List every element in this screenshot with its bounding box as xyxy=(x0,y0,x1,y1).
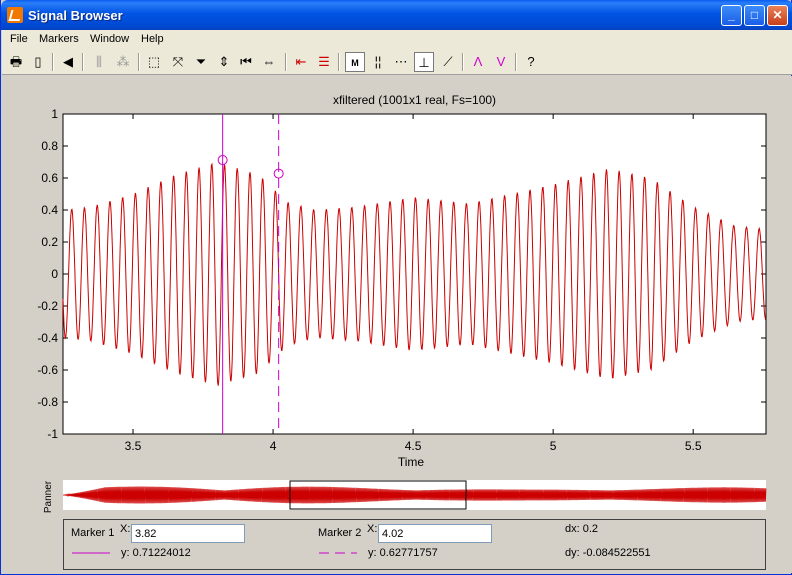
marker2-line-swatch xyxy=(319,552,357,554)
x-tick-label: 5 xyxy=(550,439,557,453)
y-tick-label: -0.8 xyxy=(37,395,58,409)
x-axis-label: Time xyxy=(398,455,425,469)
marker-panel: Marker 1 X: y: 0.71224012 Marker 2 X: y:… xyxy=(63,519,766,570)
marker2-x-label: X: xyxy=(367,523,378,535)
marker2-y-readout: y: 0.62771757 xyxy=(368,547,438,559)
marker1-line-swatch xyxy=(72,552,110,554)
y-tick-label: 0.8 xyxy=(41,139,58,153)
y-tick-label: 0.4 xyxy=(41,203,58,217)
x-tick-label: 3.5 xyxy=(125,439,142,453)
y-tick-label: -1 xyxy=(47,427,58,441)
y-tick-label: 1 xyxy=(51,107,58,121)
y-tick-label: -0.4 xyxy=(37,331,58,345)
main-axes-svg: 1 0.8 0.6 0.4 0.2 0 -0.2 -0.4 -0.6 -0.8 -1 3.5 4 4.5 5… xyxy=(37,107,767,513)
y-tick-label: -0.6 xyxy=(37,363,58,377)
y-tick-label: -0.2 xyxy=(37,299,58,313)
marker1-x-input[interactable] xyxy=(131,524,245,543)
x-tick-label: 5.5 xyxy=(685,439,702,453)
marker2-label: Marker 2 xyxy=(318,527,362,539)
x-tick-label: 4 xyxy=(270,439,277,453)
panner-label: Panner xyxy=(43,480,54,513)
dy-readout: dy: -0.084522551 xyxy=(565,547,651,559)
x-tick-label: 4.5 xyxy=(405,439,422,453)
marker2-x-input[interactable] xyxy=(378,524,492,543)
signal-browser-window: Signal Browser _ □ ✕ File Markers Window… xyxy=(0,0,792,575)
y-tick-label: 0.6 xyxy=(41,171,58,185)
dx-readout: dx: 0.2 xyxy=(565,523,599,535)
marker1-label: Marker 1 xyxy=(71,527,115,539)
marker1-y-readout: y: 0.71224012 xyxy=(121,547,191,559)
y-tick-label: 0 xyxy=(51,267,58,281)
y-tick-label: 0.2 xyxy=(41,235,58,249)
marker1-x-label: X: xyxy=(120,523,131,535)
